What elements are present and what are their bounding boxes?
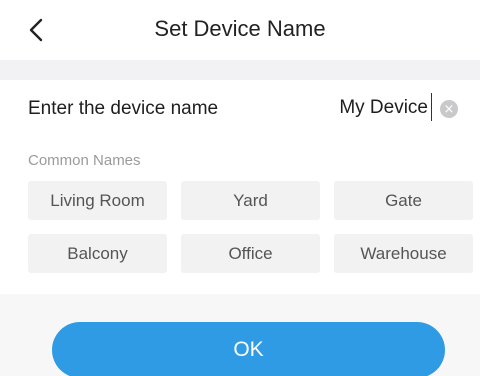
device-name-row: Enter the device name × (0, 80, 480, 138)
name-chip-office[interactable]: Office (181, 234, 320, 273)
common-names-panel: Common Names Living Room Yard Gate Balco… (0, 138, 480, 294)
ok-button[interactable]: OK (52, 322, 445, 376)
name-chip-warehouse[interactable]: Warehouse (334, 234, 473, 273)
common-names-label: Common Names (28, 152, 141, 169)
clear-circle-icon: × (443, 101, 455, 117)
section-divider (0, 60, 480, 80)
set-device-name-screen: Set Device Name Enter the device name × … (0, 0, 480, 376)
name-chip-balcony[interactable]: Balcony (28, 234, 167, 273)
name-chip-living-room[interactable]: Living Room (28, 181, 167, 220)
name-chip-gate[interactable]: Gate (334, 181, 473, 220)
text-cursor (431, 93, 432, 121)
device-name-input[interactable] (258, 90, 428, 126)
clear-button[interactable]: × (440, 100, 458, 118)
page-title: Set Device Name (154, 16, 326, 41)
name-chip-yard[interactable]: Yard (181, 181, 320, 220)
common-names-grid: Living Room Yard Gate Balcony Office War… (28, 181, 473, 273)
device-name-label: Enter the device name (28, 98, 219, 119)
header: Set Device Name (0, 0, 480, 60)
